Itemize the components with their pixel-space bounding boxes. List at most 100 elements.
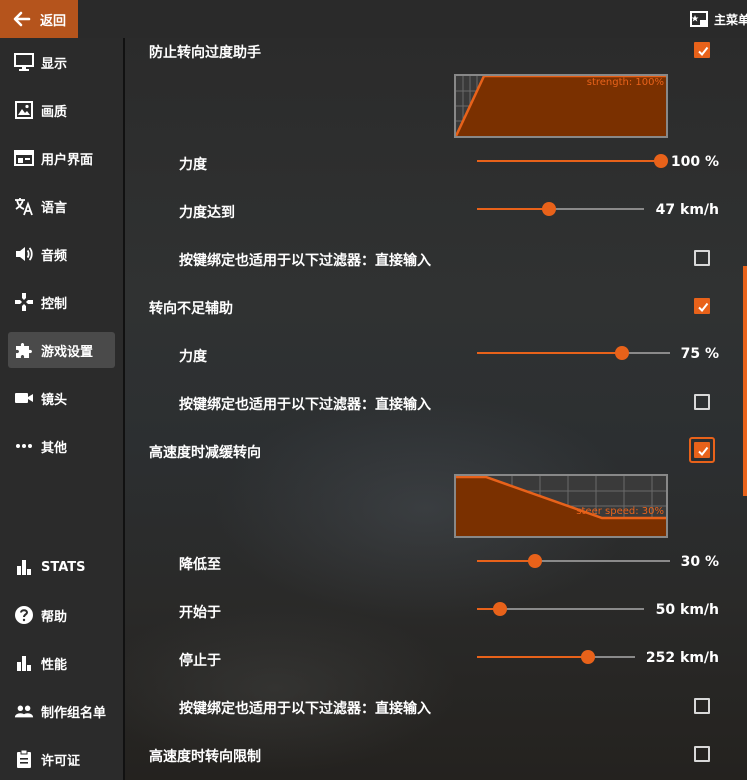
oversteer-strength-label: 力度 (179, 157, 207, 173)
sidebar-item-label: 性能 (41, 657, 68, 673)
oversteer-strength-slider[interactable] (477, 160, 661, 162)
top-bar: 返回 主菜单 (0, 0, 747, 38)
slider-fill (477, 160, 661, 162)
sidebar-item-display[interactable]: 显示 (8, 44, 115, 80)
understeer-strength-slider[interactable] (477, 352, 670, 354)
checkmark-icon (698, 302, 709, 313)
slider-fill (477, 352, 622, 354)
oversteer-strength-graph: strength: 100% (454, 74, 668, 138)
oversteer-binding-label: 按键绑定也适用于以下过滤器：直接输入 (179, 253, 431, 269)
camera-icon (14, 388, 34, 408)
understeer-binding-label: 按键绑定也适用于以下过滤器：直接输入 (179, 397, 431, 413)
steer-limit-label: 高速度时转向限制 (149, 749, 261, 765)
reduce-to-label: 降低至 (179, 557, 221, 573)
oversteer-reach-slider[interactable] (477, 208, 644, 210)
sidebar-item-credits[interactable]: 制作组名单 (8, 693, 115, 729)
monitor-icon (14, 52, 34, 72)
bar-chart-icon (14, 557, 34, 577)
back-button[interactable]: 返回 (0, 0, 78, 38)
sidebar-item-license[interactable]: 许可证 (8, 741, 115, 777)
oversteer-reach-label: 力度达到 (179, 205, 235, 221)
understeer-strength-label: 力度 (179, 349, 207, 365)
checkmark-icon (698, 46, 709, 57)
performance-icon (14, 653, 34, 673)
sidebar-item-help[interactable]: 帮助 (8, 597, 115, 633)
sidebar-item-label: 游戏设置 (41, 344, 94, 360)
oversteer-graph-caption: strength: 100% (586, 77, 664, 88)
sidebar-item-label: 画质 (41, 104, 68, 120)
sidebar-item-label: STATS (41, 559, 86, 575)
oversteer-assist-checkbox[interactable] (694, 42, 710, 58)
oversteer-strength-value: 100 % (670, 154, 719, 170)
image-icon (14, 100, 34, 120)
sidebar-item-quality[interactable]: 画质 (8, 92, 115, 128)
more-icon (14, 436, 34, 456)
sidebar-item-label: 用户界面 (41, 152, 94, 168)
oversteer-reach-value: 47 km/h (655, 202, 719, 218)
sidebar-item-gameplay[interactable]: 游戏设置 (8, 332, 115, 368)
understeer-assist-label: 转向不足辅助 (149, 301, 233, 317)
sidebar-item-ui[interactable]: 用户界面 (8, 140, 115, 176)
gamepad-icon (14, 292, 34, 312)
main-menu-icon (690, 11, 708, 27)
slow-steer-checkbox[interactable] (694, 442, 710, 458)
sidebar-item-label: 镜头 (41, 392, 68, 408)
back-label: 返回 (40, 13, 67, 29)
reduce-to-knob[interactable] (528, 554, 542, 568)
sidebar-item-label: 帮助 (41, 609, 68, 625)
help-icon (14, 605, 34, 625)
sidebar-item-controls[interactable]: 控制 (8, 284, 115, 320)
puzzle-icon (14, 340, 34, 360)
understeer-strength-knob[interactable] (615, 346, 629, 360)
understeer-binding-checkbox[interactable] (694, 394, 710, 410)
sidebar-item-audio[interactable]: 音频 (8, 236, 115, 272)
slow-steer-binding-label: 按键绑定也适用于以下过滤器：直接输入 (179, 701, 431, 717)
start-at-value: 50 km/h (655, 602, 719, 618)
checkmark-icon (698, 446, 709, 457)
stop-at-value: 252 km/h (645, 650, 719, 666)
slider-fill (477, 656, 588, 658)
arrow-left-icon (13, 11, 31, 27)
speaker-icon (14, 244, 34, 264)
sidebar-item-label: 控制 (41, 296, 68, 312)
slow-steer-label: 高速度时减缓转向 (149, 445, 261, 461)
sidebar-item-performance[interactable]: 性能 (8, 645, 115, 681)
start-at-knob[interactable] (493, 602, 507, 616)
main-menu-label: 主菜单 (714, 12, 747, 27)
stop-at-slider[interactable] (477, 656, 635, 658)
reduce-to-value: 30 % (680, 554, 719, 570)
sidebar: 显示 画质 用户界面 语言 音频 控制 游戏设置 镜头 其他 STATS 帮助 (0, 38, 123, 780)
sidebar-item-label: 显示 (41, 56, 68, 72)
slow-steer-binding-checkbox[interactable] (694, 698, 710, 714)
sidebar-item-stats[interactable]: STATS (8, 549, 115, 585)
sidebar-item-label: 制作组名单 (41, 705, 107, 721)
scrollbar-thumb[interactable] (743, 266, 747, 496)
main-menu-button[interactable]: 主菜单 (690, 0, 747, 38)
slider-fill (477, 208, 549, 210)
understeer-strength-value: 75 % (680, 346, 719, 362)
sidebar-item-label: 语言 (41, 200, 68, 216)
translate-icon (14, 196, 34, 216)
understeer-assist-checkbox[interactable] (694, 298, 710, 314)
sidebar-item-label: 许可证 (41, 753, 81, 769)
clipboard-icon (14, 749, 34, 769)
sidebar-item-label: 其他 (41, 440, 68, 456)
oversteer-assist-label: 防止转向过度助手 (149, 45, 261, 61)
stop-at-label: 停止于 (179, 653, 221, 669)
steer-speed-graph: steer speed: 30% (454, 474, 668, 538)
window-icon (14, 148, 34, 168)
sidebar-item-label: 音频 (41, 248, 68, 264)
sidebar-item-language[interactable]: 语言 (8, 188, 115, 224)
people-icon (14, 701, 34, 721)
oversteer-binding-checkbox[interactable] (694, 250, 710, 266)
reduce-to-slider[interactable] (477, 560, 670, 562)
sidebar-item-other[interactable]: 其他 (8, 428, 115, 464)
slider-fill (477, 560, 535, 562)
oversteer-reach-knob[interactable] (542, 202, 556, 216)
stop-at-knob[interactable] (581, 650, 595, 664)
steer-speed-graph-caption: steer speed: 30% (576, 506, 664, 517)
oversteer-strength-knob[interactable] (654, 154, 668, 168)
sidebar-item-camera[interactable]: 镜头 (8, 380, 115, 416)
start-at-label: 开始于 (179, 605, 221, 621)
steer-limit-checkbox[interactable] (694, 746, 710, 762)
